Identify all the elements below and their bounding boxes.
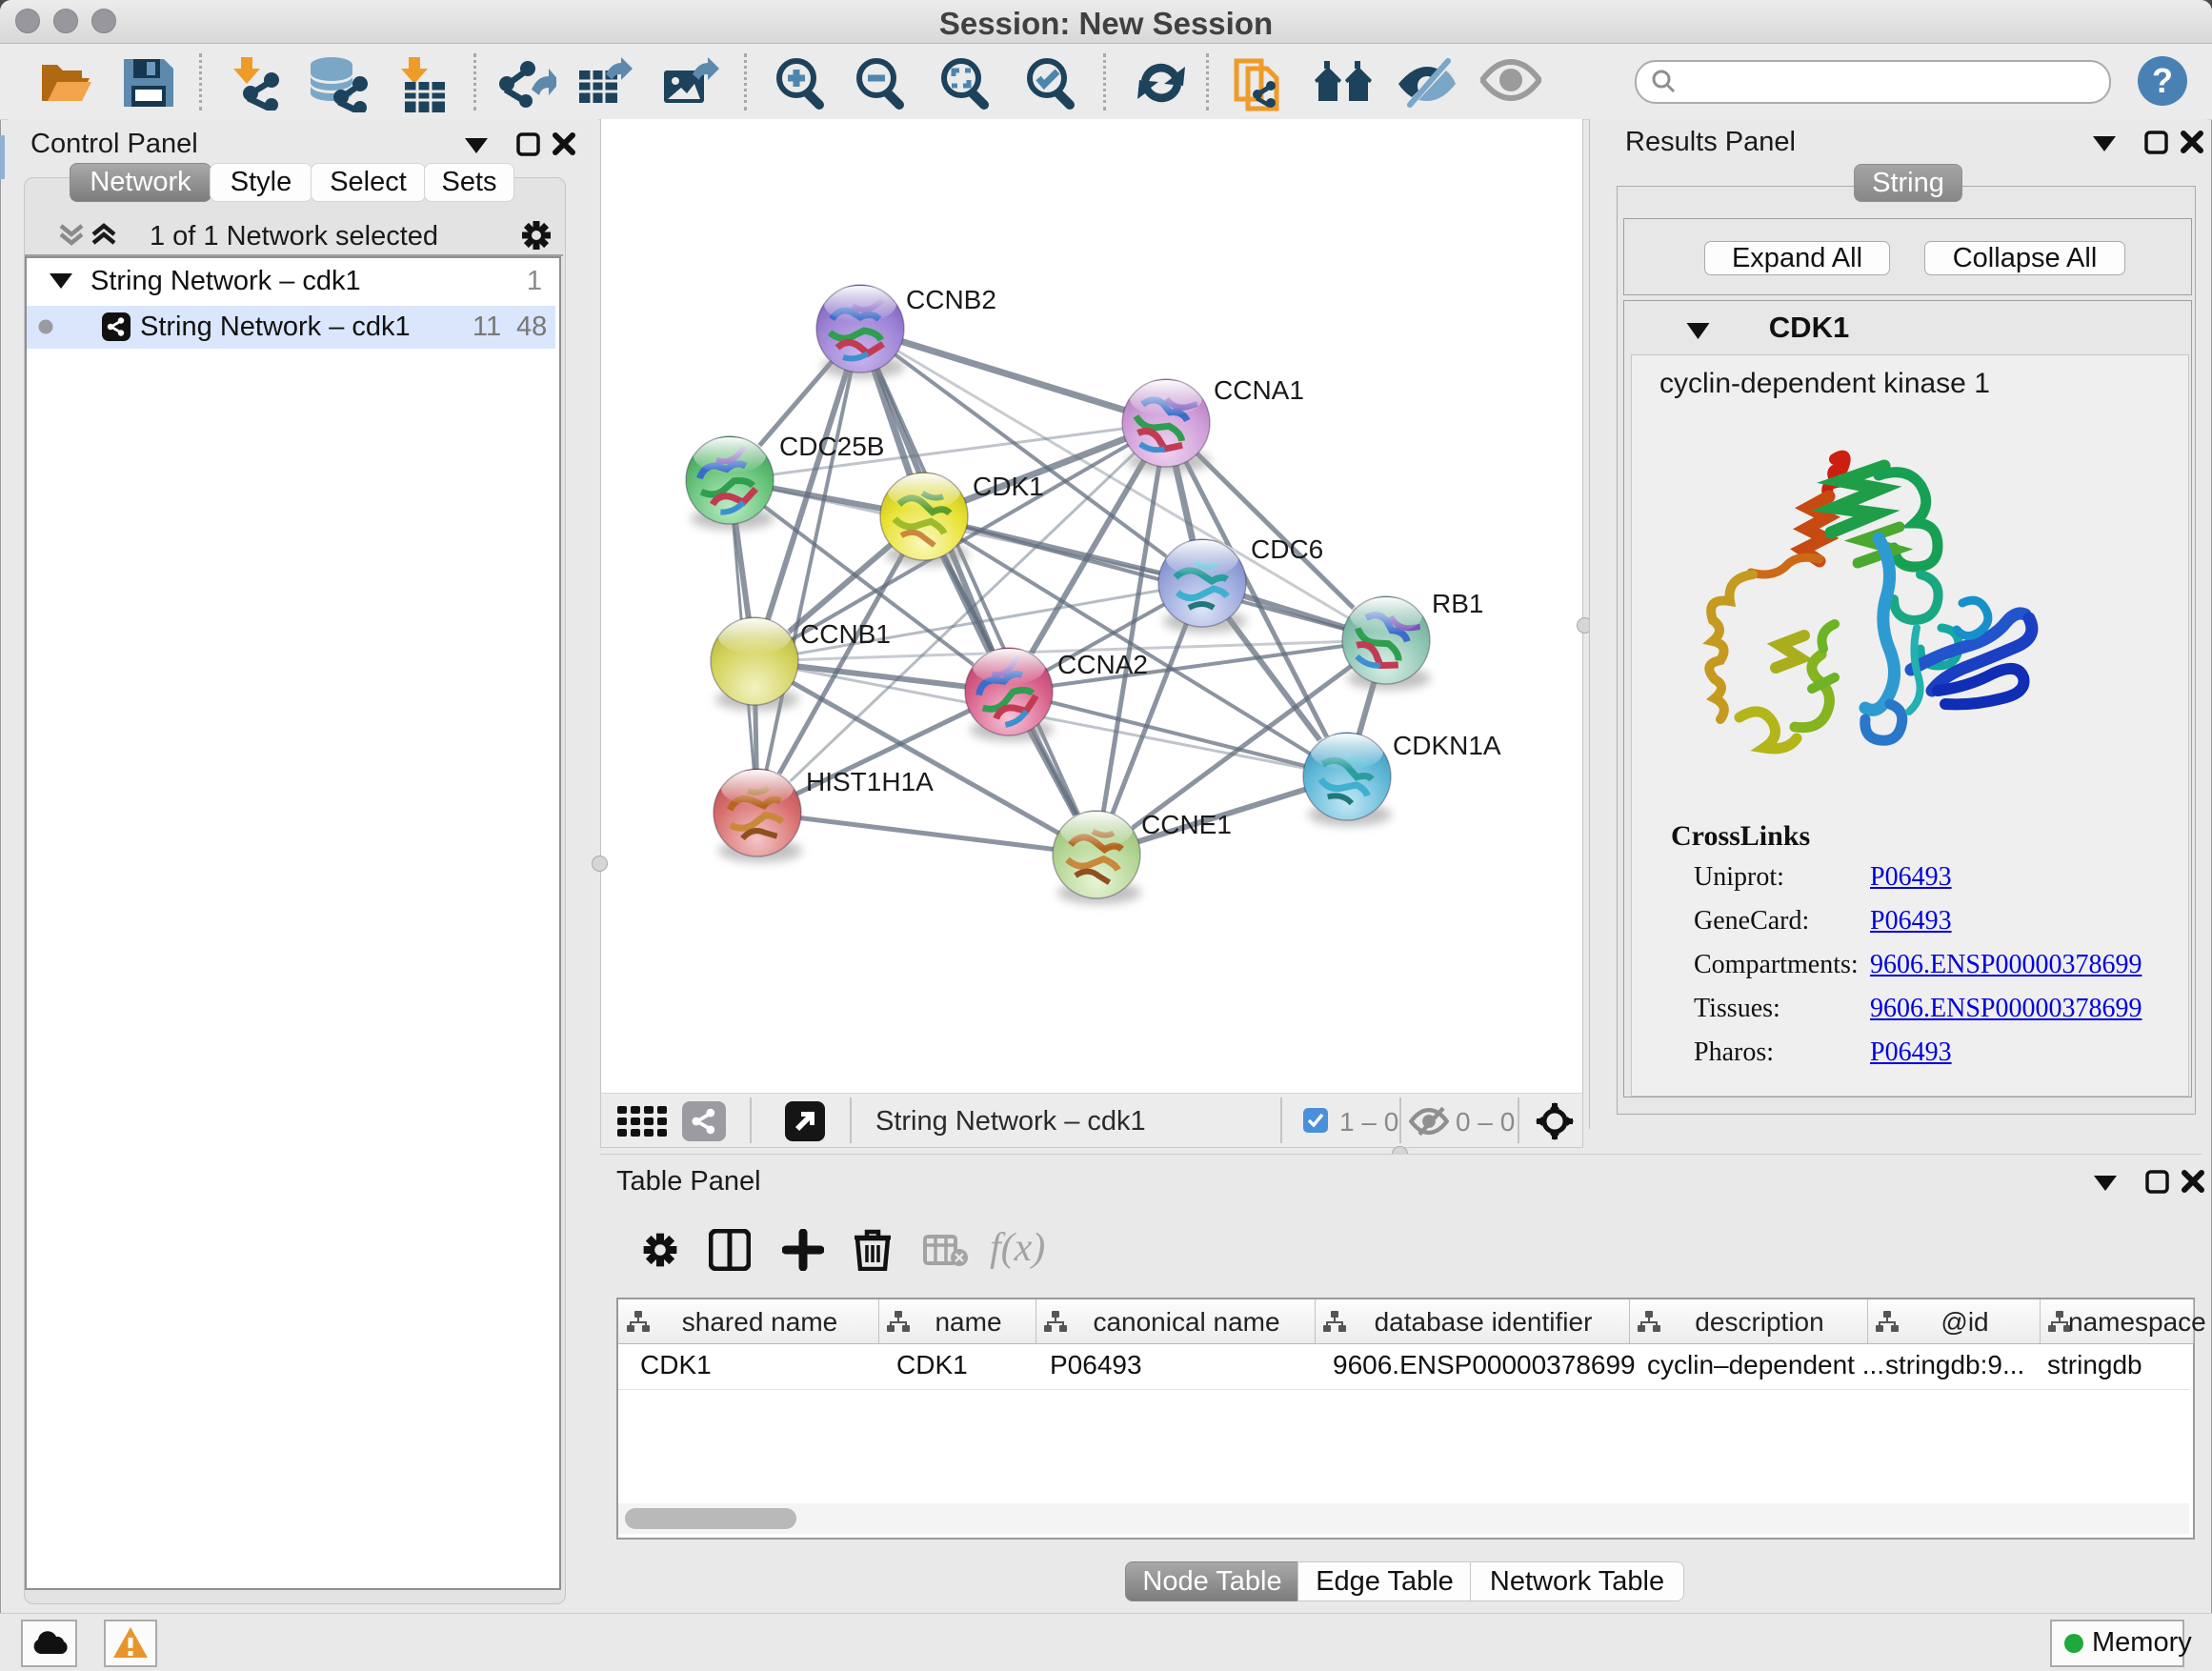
svg-text:RB1: RB1 [1432, 589, 1483, 618]
svg-text:CCNE1: CCNE1 [1141, 810, 1232, 839]
svg-text:CDKN1A: CDKN1A [1393, 731, 1501, 760]
svg-text:CDC25B: CDC25B [779, 432, 884, 461]
svg-text:CDK1: CDK1 [973, 472, 1044, 501]
svg-text:CCNB1: CCNB1 [800, 619, 891, 649]
svg-text:CDC6: CDC6 [1251, 534, 1323, 564]
svg-text:CCNB2: CCNB2 [906, 285, 996, 314]
svg-text:CCNA1: CCNA1 [1214, 375, 1304, 405]
svg-text:CCNA2: CCNA2 [1057, 650, 1148, 679]
svg-text:HIST1H1A: HIST1H1A [806, 767, 934, 796]
